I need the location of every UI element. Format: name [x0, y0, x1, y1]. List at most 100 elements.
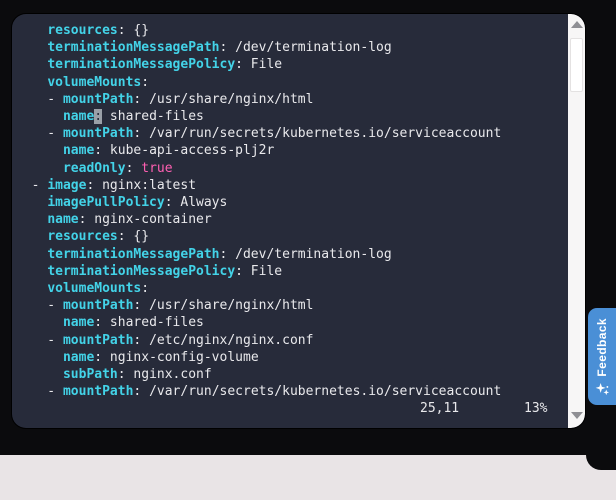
- code-segment-plain: : nginx-container: [78, 212, 212, 228]
- code-segment-key: terminationMessagePolicy: [47, 263, 236, 279]
- code-segment-plain: : /dev/termination-log: [219, 40, 392, 56]
- code-segment-plain: : Always: [164, 195, 228, 211]
- vertical-scrollbar[interactable]: [568, 14, 585, 428]
- code-segment-key: name: [62, 315, 95, 331]
- code-segment-plain: [16, 109, 63, 124]
- code-segment-key: name: [62, 143, 95, 159]
- code-segment-key: resources: [47, 23, 118, 38]
- code-segment-key: mountPath: [62, 332, 134, 348]
- code-segment-plain: : nginx-config-volume: [94, 349, 259, 365]
- code-segment-key: name: [62, 349, 95, 365]
- code-line: - mountPath: /etc/nginx/nginx.conf: [16, 332, 561, 349]
- code-line: name: nginx-container: [16, 211, 561, 228]
- cursor-position: 25,11: [420, 401, 460, 416]
- code-line: imagePullPolicy: Always: [16, 194, 561, 211]
- code-segment-plain: :: [141, 74, 150, 90]
- code-line: name: kube-api-access-plj2r: [16, 142, 561, 159]
- code-segment-key: image: [47, 177, 87, 193]
- code-segment-plain: : /etc/nginx/nginx.conf: [133, 332, 314, 348]
- code-segment-plain: -: [16, 298, 63, 314]
- code-line: name: nginx-config-volume: [16, 349, 561, 366]
- code-segment-plain: [16, 40, 47, 55]
- code-segment-key: terminationMessagePath: [47, 40, 220, 56]
- code-segment-key: mountPath: [62, 384, 134, 400]
- code-segment-plain: [16, 247, 47, 262]
- code-line: - mountPath: /usr/share/nginx/html: [16, 297, 561, 314]
- code-segment-plain: : shared-files: [94, 315, 204, 331]
- code-segment-plain: :: [125, 160, 142, 176]
- code-segment-plain: : kube-api-access-plj2r: [94, 143, 275, 159]
- code-segment-key: name: [62, 109, 95, 125]
- code-segment-plain: : /dev/termination-log: [219, 246, 392, 262]
- code-segment-plain: : {}: [117, 229, 150, 245]
- code-line: volumeMounts:: [16, 74, 561, 91]
- code-segment-bool: true: [141, 160, 173, 176]
- code-segment-key: mountPath: [62, 126, 134, 142]
- code-segment-plain: [16, 161, 63, 176]
- code-line: - mountPath: /var/run/secrets/kubernetes…: [16, 125, 561, 142]
- code-segment-plain: [16, 281, 47, 296]
- desktop: resources: {} terminationMessagePath: /d…: [0, 0, 616, 500]
- code-line: terminationMessagePolicy: File: [16, 263, 561, 280]
- code-segment-plain: -: [16, 91, 63, 107]
- code-segment-key: terminationMessagePolicy: [47, 57, 236, 73]
- code-segment-key: volumeMounts: [47, 281, 142, 297]
- scrollbar-thumb[interactable]: [570, 38, 583, 92]
- code-segment-plain: -: [16, 126, 63, 142]
- code-segment-key: volumeMounts: [47, 74, 142, 90]
- code-line: resources: {}: [16, 22, 561, 39]
- code-line: - mountPath: /usr/share/nginx/html: [16, 91, 561, 108]
- code-segment-plain: [16, 212, 47, 227]
- code-segment-plain: [16, 350, 63, 365]
- code-segment-plain: [16, 315, 63, 330]
- code-segment-key: resources: [47, 229, 118, 245]
- code-segment-key: mountPath: [62, 298, 134, 314]
- code-segment-plain: [16, 195, 47, 210]
- code-segment-plain: [16, 23, 47, 38]
- code-segment-plain: : File: [235, 263, 283, 279]
- code-segment-key: subPath: [62, 367, 118, 383]
- code-segment-plain: -: [16, 177, 48, 193]
- code-segment-plain: : /var/run/secrets/kubernetes.io/service…: [133, 126, 502, 142]
- code-segment-plain: [16, 75, 47, 90]
- code-segment-key: name: [47, 212, 79, 228]
- code-line: readOnly: true: [16, 160, 561, 177]
- code-segment-key: readOnly: [62, 160, 126, 176]
- code-segment-key: terminationMessagePath: [47, 246, 220, 262]
- code-segment-plain: -: [16, 332, 63, 348]
- code-segment-plain: shared-files: [102, 109, 204, 125]
- sparkle-icon: [595, 382, 609, 396]
- scroll-up-arrow-icon[interactable]: [570, 21, 583, 28]
- feedback-button[interactable]: Feedback: [588, 308, 616, 405]
- feedback-button-label: Feedback: [595, 318, 609, 377]
- code-segment-plain: [16, 264, 47, 279]
- code-line: terminationMessagePath: /dev/termination…: [16, 39, 561, 56]
- code-segment-plain: [16, 367, 63, 382]
- code-line: subPath: nginx.conf: [16, 366, 561, 383]
- code-line: volumeMounts:: [16, 280, 561, 297]
- code-segment-plain: : /usr/share/nginx/html: [133, 298, 314, 314]
- scroll-down-arrow-icon[interactable]: [570, 412, 583, 419]
- scroll-percent: 13%: [524, 401, 548, 416]
- code-line: - mountPath: /var/run/secrets/kubernetes…: [16, 383, 561, 400]
- code-segment-plain: : nginx:latest: [86, 177, 197, 193]
- code-line: terminationMessagePath: /dev/termination…: [16, 246, 561, 263]
- yaml-code-area[interactable]: resources: {} terminationMessagePath: /d…: [16, 22, 561, 400]
- taskbar: T ✓: [0, 455, 616, 500]
- code-segment-key: imagePullPolicy: [47, 195, 165, 211]
- code-line: - image: nginx:latest: [16, 177, 561, 194]
- code-segment-plain: : {}: [117, 23, 150, 38]
- code-segment-plain: :: [141, 281, 150, 297]
- code-segment-plain: : File: [235, 57, 283, 73]
- code-segment-plain: -: [16, 384, 63, 400]
- code-segment-plain: [16, 57, 47, 72]
- code-line: name: shared-files: [16, 314, 561, 331]
- code-segment-plain: : /usr/share/nginx/html: [133, 91, 314, 107]
- code-line: resources: {}: [16, 228, 561, 245]
- code-segment-cursor: :: [94, 109, 103, 125]
- code-segment-key: mountPath: [62, 91, 134, 107]
- code-segment-plain: [16, 143, 63, 158]
- code-segment-plain: : /var/run/secrets/kubernetes.io/service…: [133, 384, 502, 400]
- code-line: name: shared-files: [16, 108, 561, 125]
- code-segment-plain: : nginx.conf: [117, 367, 212, 383]
